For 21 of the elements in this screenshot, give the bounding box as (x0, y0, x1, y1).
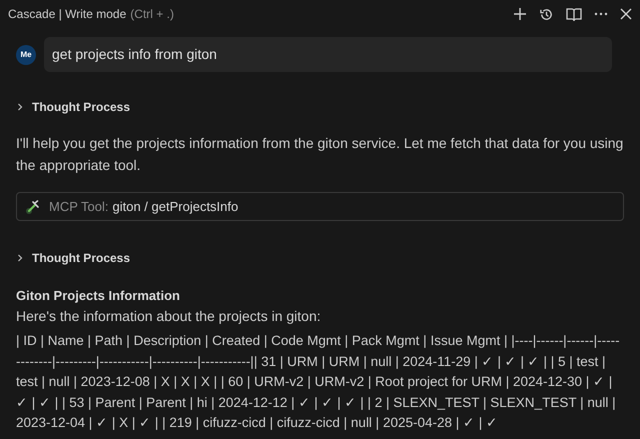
thought-process-toggle[interactable]: Thought Process (16, 96, 624, 118)
chevron-right-icon (16, 254, 24, 262)
table-text: | ID | Name | Path | Description | Created | Code Mgmt | Pack Mgmt | Issue Mgmt | |----|------|------|-------------|---------|-----------|----------|-----------|| 31 | URM | URM | null | 2024-11-29 | ✓ | ✓ | ✓ | | 5 | test | test | null | 2023-12-08 | X | X | X | | 60 | URM-v2 | URM-v2 | Root project for URM | 2024-12-30 | ✓ | ✓ | ✓ | | 53 | Parent | Parent | hi | 2024-12-12 | ✓ | ✓ | ✓ | | 2 | SLEXN_TEST | SLEXN_TEST | null | 2023-12-04 | ✓ | X | ✓ | | 219 | cifuzz-cicd | cifuzz-cicd | null | 2025-04-28 | ✓ | ✓ (16, 332, 621, 432)
thought-process-toggle[interactable]: Thought Process (16, 247, 624, 269)
hammer-icon (25, 200, 41, 214)
panel-title: Cascade | Write mode (8, 6, 126, 23)
plus-icon[interactable] (513, 7, 527, 21)
close-icon[interactable] (620, 8, 632, 20)
tool-label: MCP Tool: (49, 198, 108, 216)
tool-name: giton / getProjectsInfo (112, 198, 238, 216)
book-icon[interactable] (566, 6, 582, 22)
shortcut-hint: (Ctrl + .) (130, 6, 174, 23)
chevron-right-icon (16, 103, 24, 111)
user-message: get projects info from giton (44, 37, 612, 72)
user-avatar: Me (16, 44, 36, 64)
section-heading: Giton Projects Information (16, 287, 181, 305)
more-icon[interactable] (594, 12, 608, 16)
tool-call-card[interactable]: MCP Tool: giton / getProjectsInfo (16, 192, 624, 221)
message-text: Here's the information about the projects in giton: (16, 307, 322, 326)
history-icon[interactable] (539, 6, 554, 22)
message-text: I'll help you get the projects information from the giton service. Let me fetch that data for you using the appropriate tool. (16, 134, 624, 175)
